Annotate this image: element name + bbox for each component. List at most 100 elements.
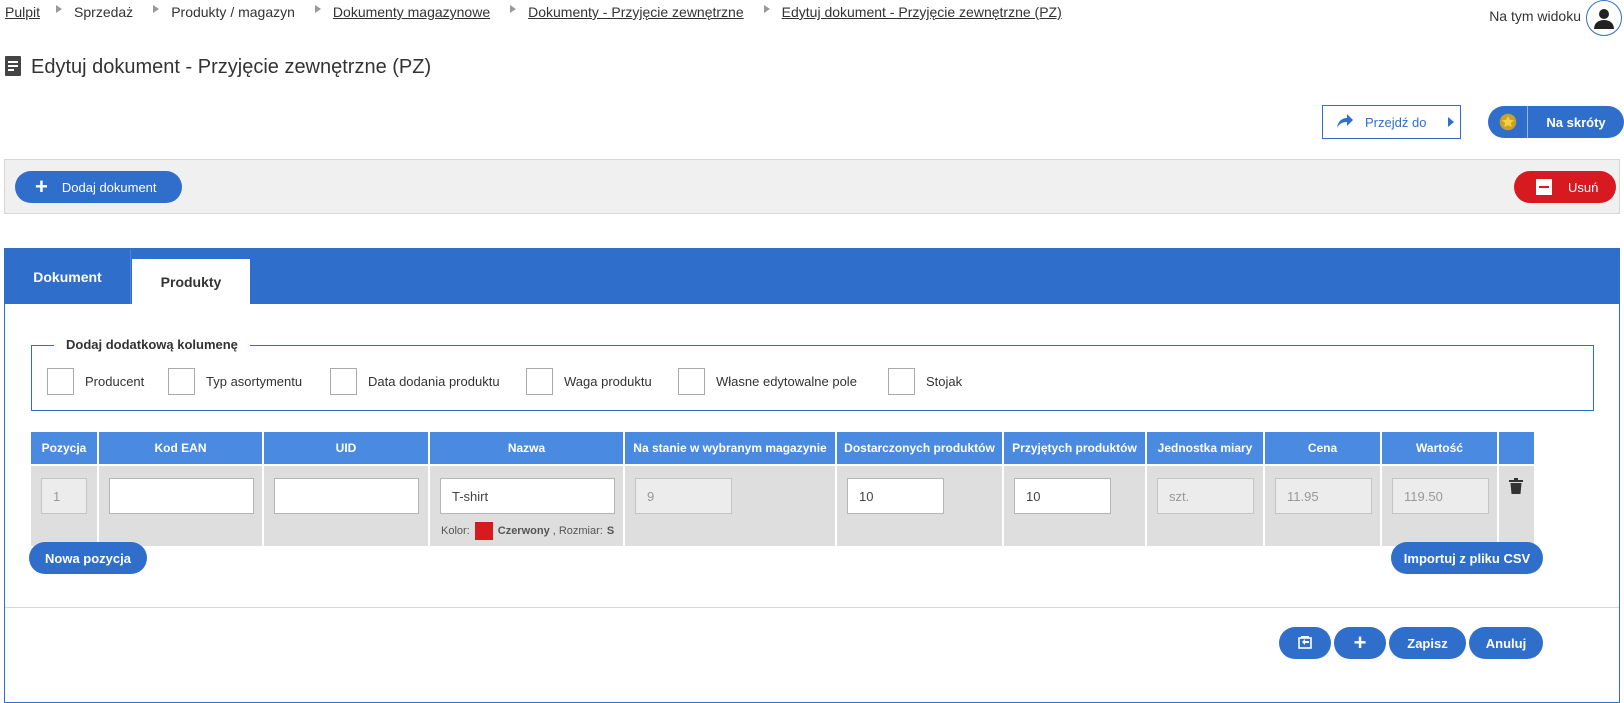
col-header-cena: Cena bbox=[1265, 432, 1380, 466]
add-document-button[interactable]: + Dodaj dokument bbox=[15, 171, 182, 203]
checkbox-label: Własne edytowalne pole bbox=[716, 374, 857, 389]
checkbox-box[interactable] bbox=[678, 368, 705, 395]
page-title: Edytuj dokument - Przyjęcie zewnętrzne (… bbox=[5, 56, 431, 79]
col-header-actions bbox=[1499, 432, 1534, 466]
document-icon bbox=[5, 56, 21, 79]
cell-ean bbox=[99, 466, 262, 546]
ean-input[interactable] bbox=[109, 478, 254, 514]
goto-label: Przejdź do bbox=[1365, 114, 1427, 130]
cell-dostarczonych: 10 bbox=[837, 466, 1002, 546]
variant-color-value: Czerwony bbox=[497, 525, 550, 537]
back-button[interactable] bbox=[1279, 627, 1331, 659]
checkbox-box[interactable] bbox=[888, 368, 915, 395]
products-table: Pozycja Kod EAN UID Nazwa Na stanie w wy… bbox=[29, 432, 1536, 546]
tab-produkty[interactable]: Produkty bbox=[132, 259, 250, 304]
extra-columns-fieldset: Dodaj dodatkową kolumenę Producent Typ a… bbox=[31, 337, 1594, 411]
received-input[interactable]: 10 bbox=[1014, 478, 1111, 514]
breadcrumb-dokumenty-pz[interactable]: Dokumenty - Przyjęcie zewnętrzne bbox=[528, 4, 744, 20]
breadcrumb-sprzedaz[interactable]: Sprzedaż bbox=[74, 4, 133, 20]
checkbox-label: Stojak bbox=[926, 374, 963, 389]
checkbox-label: Typ asortymentu bbox=[206, 374, 303, 389]
add-document-label: Dodaj dokument bbox=[61, 179, 157, 195]
col-header-pozycja: Pozycja bbox=[31, 432, 97, 466]
view-settings: Na tym widoku bbox=[1489, 0, 1624, 36]
add-button[interactable]: + bbox=[1334, 627, 1386, 659]
breadcrumb-separator-icon bbox=[314, 5, 321, 13]
shortcuts-button[interactable]: Na skróty bbox=[1488, 106, 1624, 138]
col-header-przyjetych: Przyjętych produktów bbox=[1004, 432, 1145, 466]
save-button[interactable]: Zapisz bbox=[1389, 627, 1466, 659]
new-position-button[interactable]: Nowa pozycja bbox=[29, 542, 147, 574]
breadcrumb-produkty-magazyn[interactable]: Produkty / magazyn bbox=[171, 4, 295, 20]
price-field: 11.95 bbox=[1275, 478, 1372, 514]
delete-label: Usuń bbox=[1568, 179, 1599, 195]
star-icon bbox=[1488, 106, 1528, 138]
col-header-nazwa: Nazwa bbox=[430, 432, 623, 466]
page-heading: Edytuj dokument - Przyjęcie zewnętrzne (… bbox=[31, 56, 432, 78]
checkbox-data-dodania[interactable]: Data dodania produktu bbox=[330, 368, 500, 395]
in-stock-field: 9 bbox=[635, 478, 732, 514]
checkbox-box[interactable] bbox=[47, 368, 74, 395]
variant-info: Kolor: Czerwony , Rozmiar: S bbox=[441, 522, 614, 540]
breadcrumb-current[interactable]: Edytuj dokument - Przyjęcie zewnętrzne (… bbox=[782, 4, 1062, 20]
cell-pozycja: 1 bbox=[31, 466, 97, 546]
breadcrumb-separator-icon bbox=[153, 5, 160, 13]
col-header-jednostka: Jednostka miary bbox=[1147, 432, 1263, 466]
variant-color-label: Kolor: bbox=[441, 525, 470, 537]
cell-actions bbox=[1499, 466, 1534, 546]
delivered-input[interactable]: 10 bbox=[847, 478, 944, 514]
goto-button[interactable]: Przejdź do bbox=[1322, 105, 1461, 139]
color-swatch bbox=[474, 522, 493, 540]
breadcrumb-dokumenty-magazynowe[interactable]: Dokumenty magazynowe bbox=[333, 4, 490, 20]
col-header-dostarczonych: Dostarczonych produktów bbox=[837, 432, 1002, 466]
cell-uid bbox=[264, 466, 428, 546]
checkbox-wlasne-pole[interactable]: Własne edytowalne pole bbox=[678, 368, 857, 395]
shortcuts-label: Na skróty bbox=[1546, 114, 1606, 130]
variant-size-label: , Rozmiar: bbox=[552, 525, 603, 537]
cell-na-stanie: 9 bbox=[625, 466, 835, 546]
divider bbox=[5, 607, 1619, 608]
unit-field: szt. bbox=[1157, 478, 1254, 514]
view-label: Na tym widoku bbox=[1489, 8, 1581, 24]
name-input[interactable]: T-shirt bbox=[440, 478, 615, 514]
tabs-panel: Dokument Produkty Dodaj dodatkową kolume… bbox=[4, 248, 1620, 703]
tab-dokument[interactable]: Dokument bbox=[5, 249, 131, 304]
table-row: 1 T-shirt Kolor: Czerwony , Rozmiar: S 9… bbox=[31, 466, 1534, 546]
table-header-row: Pozycja Kod EAN UID Nazwa Na stanie w wy… bbox=[31, 432, 1534, 466]
tabs-bar: Dokument Produkty bbox=[5, 249, 1619, 304]
share-arrow-icon bbox=[1337, 113, 1353, 131]
cell-wartosc: 119.50 bbox=[1382, 466, 1497, 546]
user-icon[interactable] bbox=[1586, 0, 1622, 36]
checkbox-stojak[interactable]: Stojak bbox=[888, 368, 962, 395]
plus-icon: + bbox=[1353, 630, 1367, 655]
breadcrumb: Pulpit Sprzedaż Produkty / magazyn Dokum… bbox=[5, 4, 1062, 20]
position-field: 1 bbox=[41, 478, 87, 514]
extra-columns-legend: Dodaj dodatkową kolumenę bbox=[54, 337, 250, 352]
cell-jednostka: szt. bbox=[1147, 466, 1263, 546]
checkbox-label: Waga produktu bbox=[564, 374, 652, 389]
plus-icon: + bbox=[35, 174, 48, 199]
import-csv-button[interactable]: Importuj z pliku CSV bbox=[1391, 542, 1543, 574]
cell-nazwa: T-shirt Kolor: Czerwony , Rozmiar: S bbox=[430, 466, 623, 546]
checkbox-box[interactable] bbox=[168, 368, 195, 395]
cell-cena: 11.95 bbox=[1265, 466, 1380, 546]
breadcrumb-pulpit[interactable]: Pulpit bbox=[5, 4, 40, 20]
trash-icon[interactable] bbox=[1509, 478, 1523, 497]
cancel-button[interactable]: Anuluj bbox=[1469, 627, 1543, 659]
caret-right-icon bbox=[1448, 117, 1455, 127]
checkbox-waga-produktu[interactable]: Waga produktu bbox=[526, 368, 652, 395]
checkbox-box[interactable] bbox=[526, 368, 553, 395]
col-header-kod-ean: Kod EAN bbox=[99, 432, 262, 466]
checkbox-label: Producent bbox=[85, 374, 145, 389]
checkbox-typ-asortymentu[interactable]: Typ asortymentu bbox=[168, 368, 302, 395]
col-header-na-stanie: Na stanie w wybranym magazynie bbox=[625, 432, 835, 466]
minus-icon bbox=[1536, 179, 1552, 195]
breadcrumb-separator-icon bbox=[56, 5, 63, 13]
breadcrumb-separator-icon bbox=[763, 5, 770, 13]
checkbox-producent[interactable]: Producent bbox=[47, 368, 144, 395]
uid-input[interactable] bbox=[274, 478, 419, 514]
col-header-uid: UID bbox=[264, 432, 428, 466]
checkbox-box[interactable] bbox=[330, 368, 357, 395]
delete-button[interactable]: Usuń bbox=[1514, 171, 1616, 203]
cell-przyjetych: 10 bbox=[1004, 466, 1145, 546]
